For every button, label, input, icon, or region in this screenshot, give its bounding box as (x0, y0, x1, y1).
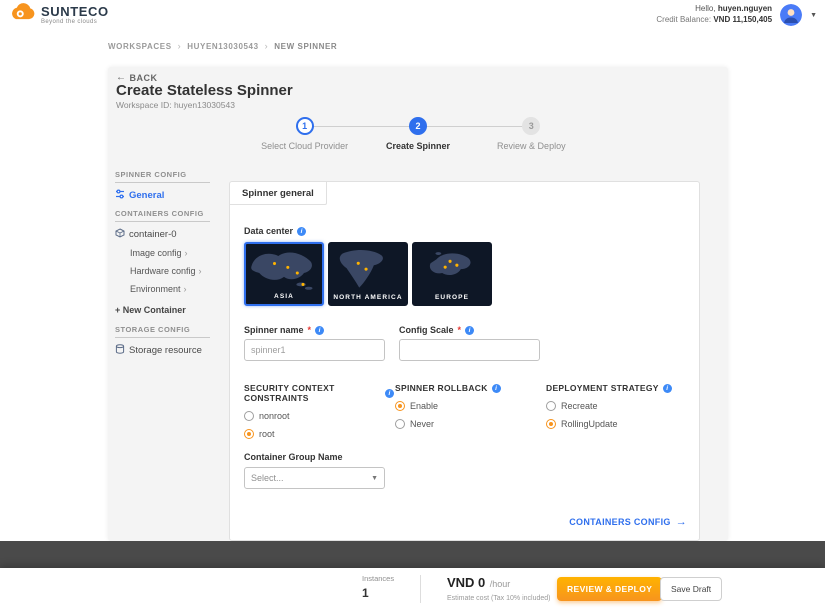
region-north-america[interactable]: NORTH AMERICA (328, 242, 408, 306)
dark-background-strip (0, 541, 825, 568)
region-europe[interactable]: EUROPE (412, 242, 492, 306)
price-block: VND 0 /hour Estimate cost (Tax 10% inclu… (447, 574, 551, 602)
spinner-rollback-title: SPINNER ROLLBACK i (395, 383, 545, 393)
radio-rollingupdate[interactable]: RollingUpdate (546, 419, 696, 429)
radio-icon (244, 429, 254, 439)
spinner-rollback-section: SPINNER ROLLBACK i Enable Never (395, 383, 545, 429)
info-icon[interactable]: i (385, 388, 394, 398)
chevron-down-icon: ▼ (371, 474, 378, 482)
screen: SUNTECO Beyond the clouds Hello, huyen.n… (0, 0, 825, 612)
storage-database-icon (115, 344, 125, 357)
spinner-general-card: Spinner general Data center i ASIA NORTH… (229, 181, 700, 541)
containers-config-header: CONTAINERS CONFIG (115, 209, 210, 222)
sidebar-item-hardware-config[interactable]: Hardware config › (130, 266, 210, 276)
breadcrumb-new-spinner: NEW SPINNER (274, 41, 338, 51)
container-group-select[interactable]: Select... ▼ (244, 467, 385, 489)
sidebar-item-general[interactable]: General (115, 189, 210, 202)
breadcrumb-workspace-id[interactable]: HUYEN13030543 (187, 42, 258, 51)
spinner-name-label: Spinner name * i (244, 325, 385, 335)
price-unit: /hour (489, 579, 511, 589)
info-icon[interactable]: i (315, 325, 325, 335)
chevron-down-icon[interactable]: ▼ (810, 12, 817, 19)
radio-never[interactable]: Never (395, 419, 545, 429)
main-panel: ← BACK Create Stateless Spinner Workspac… (108, 67, 728, 541)
config-scale-input[interactable] (399, 339, 540, 361)
save-draft-button[interactable]: Save Draft (660, 577, 723, 601)
cloud-logo-icon (8, 3, 36, 27)
storage-config-header: STORAGE CONFIG (115, 325, 210, 338)
brand-tagline: Beyond the clouds (41, 19, 98, 25)
price-note: Estimate cost (Tax 10% included) (447, 595, 551, 602)
spinner-name-field: Spinner name * i (244, 325, 385, 361)
sidebar-item-image-config[interactable]: Image config › (130, 248, 210, 258)
config-sidebar: SPINNER CONFIG General CONTAINERS CONFIG… (115, 170, 210, 364)
data-center-options: ASIA NORTH AMERICA EUROPE (244, 242, 492, 306)
workspace-id: Workspace ID: huyen13030543 (116, 100, 235, 110)
info-icon[interactable]: i (465, 325, 475, 335)
stepper: 1 Select Cloud Provider 2 Create Spinner… (248, 117, 588, 151)
sidebar-item-container-0[interactable]: container-0 (115, 228, 210, 241)
instances-block: Instances 1 (362, 574, 394, 600)
radio-icon (546, 401, 556, 411)
instances-label: Instances (362, 574, 395, 583)
deployment-strategy-title: DEPLOYMENT STRATEGY i (546, 383, 696, 393)
general-settings-icon (115, 189, 125, 202)
spinner-config-header: SPINNER CONFIG (115, 170, 210, 183)
info-icon[interactable]: i (491, 383, 501, 393)
sidebar-item-environment[interactable]: Environment › (130, 284, 210, 294)
instances-value: 1 (362, 586, 369, 600)
breadcrumb-workspaces[interactable]: WORKSPACES (108, 42, 172, 51)
deployment-strategy-section: DEPLOYMENT STRATEGY i Recreate RollingUp… (546, 383, 696, 429)
radio-icon (546, 419, 556, 429)
credit-balance: Credit Balance: VND 11,150,405 (656, 15, 773, 24)
step-review-deploy[interactable]: 3 Review & Deploy (475, 117, 588, 151)
chevron-right-icon: › (184, 248, 188, 258)
region-asia[interactable]: ASIA (244, 242, 324, 306)
radio-root[interactable]: root (244, 429, 394, 439)
sunteco-logo[interactable]: SUNTECO Beyond the clouds (0, 3, 109, 27)
breadcrumb-separator-icon: › (264, 41, 269, 51)
radio-icon (395, 401, 405, 411)
greeting-text: Hello, huyen.nguyen (695, 4, 773, 14)
footer-bar: Instances 1 VND 0 /hour Estimate cost (T… (0, 568, 825, 612)
info-icon[interactable]: i (662, 383, 672, 393)
chevron-right-icon: › (198, 266, 202, 276)
container-cube-icon (115, 228, 125, 241)
security-context-section: SECURITY CONTEXT CONSTRAINTS i nonroot r… (244, 383, 394, 439)
new-container-button[interactable]: + New Container (115, 305, 210, 315)
radio-recreate[interactable]: Recreate (546, 401, 696, 411)
radio-icon (244, 411, 254, 421)
security-context-title: SECURITY CONTEXT CONSTRAINTS i (244, 383, 394, 403)
page-title: Create Stateless Spinner (116, 82, 293, 99)
container-group-field: Container Group Name Select... ▼ (244, 452, 385, 489)
radio-enable[interactable]: Enable (395, 401, 545, 411)
radio-icon (395, 419, 405, 429)
price-value: VND 0 (447, 575, 486, 590)
breadcrumb: WORKSPACES › HUYEN13030543 › NEW SPINNER (108, 41, 337, 51)
info-icon[interactable]: i (297, 226, 307, 236)
step-select-cloud-provider[interactable]: 1 Select Cloud Provider (248, 117, 361, 151)
containers-config-link[interactable]: CONTAINERS CONFIG → (569, 516, 687, 528)
review-deploy-button[interactable]: REVIEW & DEPLOY (557, 577, 663, 601)
container-group-label: Container Group Name (244, 452, 343, 462)
config-scale-field: Config Scale * i (399, 325, 540, 361)
footer-divider (420, 575, 421, 603)
breadcrumb-separator-icon: › (177, 41, 182, 51)
radio-nonroot[interactable]: nonroot (244, 411, 394, 421)
card-title: Spinner general (230, 182, 327, 205)
brand-name: SUNTECO (41, 4, 109, 19)
avatar[interactable] (780, 4, 803, 26)
top-bar: SUNTECO Beyond the clouds Hello, huyen.n… (0, 0, 825, 30)
spinner-name-input[interactable] (244, 339, 385, 361)
chevron-right-icon: › (183, 284, 187, 294)
sidebar-item-storage-resource[interactable]: Storage resource (115, 344, 210, 357)
config-scale-label: Config Scale * i (399, 325, 540, 335)
step-create-spinner[interactable]: 2 Create Spinner (361, 117, 474, 151)
arrow-right-icon: → (675, 516, 687, 528)
data-center-label: Data center i (244, 226, 307, 236)
